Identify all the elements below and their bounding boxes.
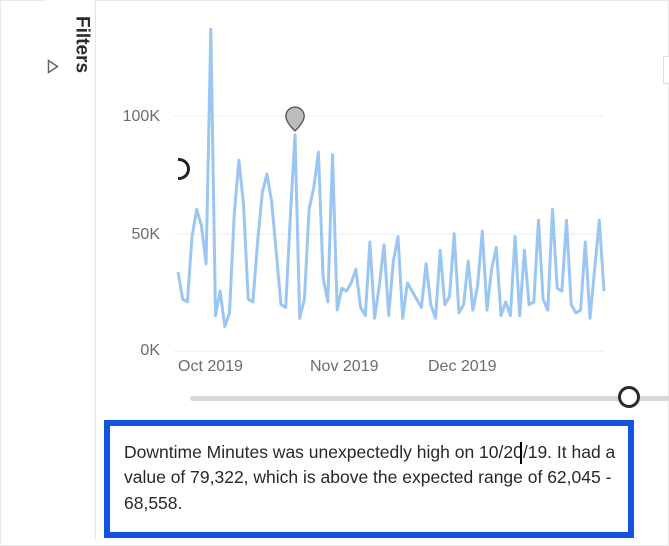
x-tick-label: Dec 2019 [428, 358, 497, 376]
slider-handle-start[interactable] [618, 386, 640, 408]
filters-pane-label: Filters [71, 16, 93, 73]
plot-area: 100K 50K 0K [114, 14, 614, 354]
expand-pane-icon[interactable] [46, 58, 69, 76]
anomaly-explanation-callout: Downtime Minutes was unexpectedly high o… [104, 420, 634, 538]
chart-svg [114, 14, 614, 354]
filters-pane-collapsed[interactable]: Filters [46, 0, 96, 540]
right-panel-stub [663, 56, 669, 84]
y-tick-label: 100K [114, 108, 160, 126]
text-cursor-caret [520, 442, 522, 464]
line-chart-visual[interactable]: 100K 50K 0K Oct 2019 Nov 2019 D [100, 4, 640, 420]
y-tick-label: 50K [114, 226, 160, 244]
slider-track [190, 396, 669, 401]
series-line-group [178, 29, 604, 326]
y-tick-label: 0K [114, 342, 160, 360]
anomaly-explanation-text: Downtime Minutes was unexpectedly high o… [124, 440, 616, 516]
x-tick-label: Nov 2019 [310, 358, 379, 376]
report-canvas: Filters 100K 50K 0K [0, 0, 669, 546]
time-range-slider[interactable] [190, 386, 669, 410]
x-tick-label: Oct 2019 [178, 358, 243, 376]
